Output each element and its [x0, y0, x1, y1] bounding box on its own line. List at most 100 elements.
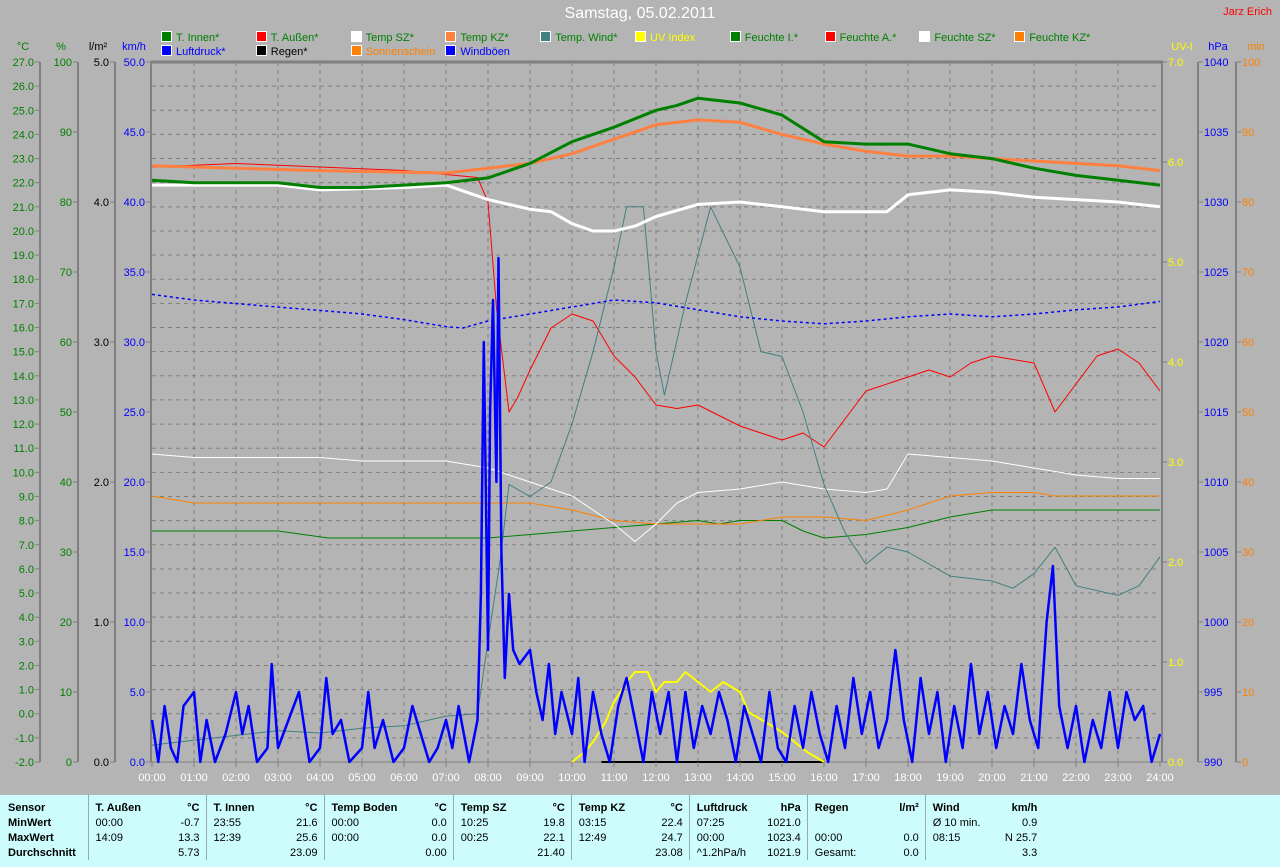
stats-row: MinWert 00:00 -0.7 23:55 21.6 00:00 0.0 10:25 19…	[0, 815, 1043, 830]
press-axis-unit: hPa	[1208, 41, 1228, 53]
stats-column-header: Temp KZ	[570, 795, 634, 815]
x-tick-label: 08:00	[474, 772, 502, 784]
legend-item: Feuchte KZ*	[1014, 31, 1090, 44]
legend-label: Feuchte SZ*	[934, 32, 996, 44]
x-tick-label: 04:00	[306, 772, 334, 784]
stats-row: MaxWert 14:09 13.3 12:39 25.6 00:00 0.0 00:25 22…	[0, 830, 1043, 845]
press-tick-label: 1005	[1204, 547, 1228, 559]
legend-label: T. Außen*	[270, 32, 319, 44]
legend-swatch	[919, 31, 931, 42]
stats-time	[924, 845, 988, 860]
hum-tick-label: 80	[60, 197, 72, 209]
sun-tick-label: 10	[1242, 687, 1254, 699]
temp-tick-label: 0.0	[19, 709, 34, 721]
sun-tick-label: 70	[1242, 267, 1254, 279]
stats-column-unit: hPa	[780, 801, 801, 814]
legend-label: Regen*	[270, 46, 308, 58]
temp-tick-label: 20.0	[13, 226, 34, 238]
press-tick-label: 1040	[1204, 57, 1228, 69]
stats-value: 22.1	[543, 831, 565, 844]
stats-time: 23:55	[205, 815, 268, 830]
legend-label: Temp KZ*	[460, 32, 509, 44]
temp-tick-label: -1.0	[15, 733, 34, 745]
x-tick-label: 19:00	[936, 772, 964, 784]
x-tick-label: 15:00	[768, 772, 796, 784]
x-tick-label: 22:00	[1062, 772, 1090, 784]
press-tick-label: 1000	[1204, 617, 1228, 629]
stats-value: 21.40	[537, 846, 565, 859]
legend-item: Temp KZ*	[445, 31, 509, 44]
legend-swatch	[1014, 31, 1026, 42]
temp-tick-label: 27.0	[13, 57, 34, 69]
temp-tick-label: 15.0	[13, 347, 34, 359]
stats-value: 5.73	[178, 846, 200, 859]
wind-tick-label: 0.0	[130, 757, 145, 769]
stats-value	[869, 815, 925, 830]
stats-row-label: MinWert	[8, 816, 52, 829]
stats-value: 1021.0	[767, 816, 801, 829]
hum-tick-label: 100	[54, 57, 72, 69]
sun-tick-label: 100	[1242, 57, 1260, 69]
hum-axis-unit: %	[56, 41, 66, 53]
hum-tick-label: 20	[60, 617, 72, 629]
x-tick-label: 10:00	[558, 772, 586, 784]
legend-item: Feuchte SZ*	[919, 31, 996, 44]
wind-tick-label: 5.0	[130, 687, 145, 699]
temp-tick-label: 7.0	[19, 540, 34, 552]
stats-value: 13.3	[178, 831, 200, 844]
stats-time: 12:49	[570, 830, 634, 845]
x-tick-label: 16:00	[810, 772, 838, 784]
uv-tick-label: 4.0	[1168, 357, 1183, 369]
temp-tick-label: 22.0	[13, 178, 34, 190]
stats-row-label: Sensor	[8, 801, 46, 814]
stats-time: 00:00	[688, 830, 752, 845]
statistics-panel: Sensor T. Außen °C T. Innen °C Temp Boden °C Te…	[0, 795, 1280, 867]
press-tick-label: 1015	[1204, 407, 1228, 419]
stats-value: 0.0	[903, 831, 919, 844]
legend-item: T. Innen*	[161, 31, 219, 44]
press-tick-label: 1025	[1204, 267, 1228, 279]
legend-swatch	[161, 31, 172, 42]
legend-item: Feuchte A.*	[824, 31, 896, 44]
temp-tick-label: 12.0	[13, 419, 34, 431]
stats-column-header: Temp Boden	[323, 795, 398, 815]
legend-label: T. Innen*	[176, 32, 220, 44]
x-tick-label: 17:00	[852, 772, 880, 784]
x-tick-label: 18:00	[894, 772, 922, 784]
press-tick-label: 1010	[1204, 477, 1228, 489]
uv-tick-label: 5.0	[1168, 257, 1183, 269]
x-axis-ticks: 00:00 01:00 02:00 03:00 04:00 05:00 06:00 07:00…	[138, 762, 1174, 784]
stats-time: Gesamt:	[806, 845, 870, 860]
stats-value: 1021.9	[767, 846, 801, 859]
legend-label: UV Index	[650, 32, 696, 44]
stats-value: 22.4	[661, 816, 683, 829]
sun-tick-label: 50	[1242, 407, 1254, 419]
wind-tick-label: 25.0	[124, 407, 145, 419]
legend-label: Feuchte I.*	[744, 32, 798, 44]
legend-item: UV Index	[635, 31, 695, 44]
x-tick-label: 11:00	[601, 772, 628, 784]
stats-row-label: MaxWert	[8, 831, 54, 844]
sun-axis-unit: min	[1247, 41, 1265, 53]
wind-tick-label: 40.0	[124, 197, 145, 209]
uv-tick-label: 7.0	[1168, 57, 1183, 69]
temp-tick-label: 3.0	[19, 636, 34, 648]
stats-row: Durchschnitt 5.73 23.09 0.00 21.40 23.08 ^1.2h…	[0, 845, 1043, 860]
stats-time: 00:00	[806, 830, 870, 845]
stats-value: 3.3	[1022, 846, 1038, 859]
uv-tick-label: 0.0	[1168, 757, 1183, 769]
stats-time	[452, 845, 516, 860]
stats-time: 03:15	[570, 815, 634, 830]
stats-column-unit: °C	[187, 801, 200, 814]
uv-tick-label: 3.0	[1168, 457, 1183, 469]
legend-label: Temp. Wind*	[555, 32, 618, 44]
wind-tick-label: 15.0	[124, 547, 145, 559]
stats-time	[323, 845, 398, 860]
stats-value: 1023.4	[767, 831, 801, 844]
rain-tick-label: 2.0	[94, 477, 109, 489]
weather-chart: °C -2.0 -1.0 0.0 1.0 2.0 3.0 4.0 5.0 6.0 7.0 8.0 9.0…	[13, 41, 1265, 784]
temp-tick-label: 1.0	[19, 685, 34, 697]
stats-time: 12:39	[205, 830, 268, 845]
temp-tick-label: 19.0	[13, 250, 34, 262]
sun-tick-label: 30	[1242, 547, 1254, 559]
